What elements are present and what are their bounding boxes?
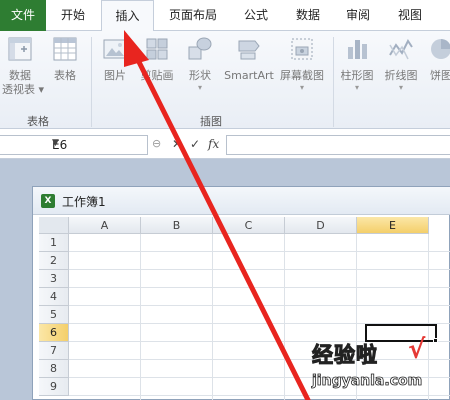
column-header-b[interactable]: B: [141, 217, 213, 234]
ribbon-tab-bar: 文件 开始 插入 页面布局 公式 数据 审阅 视图: [0, 0, 450, 32]
column-chart-label: 柱形图: [340, 69, 374, 82]
select-all-corner[interactable]: [39, 217, 69, 234]
tab-review[interactable]: 审阅: [336, 0, 380, 31]
column-header-c[interactable]: C: [213, 217, 285, 234]
group-separator: [91, 37, 92, 127]
row-header-5[interactable]: 5: [39, 306, 69, 324]
name-box[interactable]: E6 ▼: [0, 135, 148, 155]
grid-line: [69, 251, 450, 252]
pivot-table-label-1: 数据: [9, 69, 31, 82]
tab-data[interactable]: 数据: [284, 0, 332, 31]
excel-window: 文件 开始 插入 页面布局 公式 数据 审阅 视图 数据 透视表 ▾ 表格 表格…: [0, 0, 450, 400]
ribbon-insert-panel: 数据 透视表 ▾ 表格 表格 图片 剪贴画 形状 ▾ SmartArt 屏幕截图…: [0, 31, 450, 129]
row-header-7[interactable]: 7: [39, 342, 69, 360]
watermark-text: 经验啦: [312, 343, 378, 368]
smartart-icon: [238, 40, 260, 60]
illustrations-group-label: 插图: [200, 115, 222, 128]
pie-chart-button[interactable]: 饼图: [426, 35, 450, 83]
chevron-down-icon[interactable]: ▼: [52, 138, 144, 148]
row-header-4[interactable]: 4: [39, 288, 69, 306]
grid-line: [69, 287, 450, 288]
chevron-down-icon: ▾: [354, 83, 359, 92]
tab-page-layout[interactable]: 页面布局: [157, 0, 229, 31]
workbook-title-bar: X 工作簿1: [33, 187, 450, 215]
row-header-6[interactable]: 6: [39, 324, 69, 342]
tab-home[interactable]: 开始: [46, 0, 100, 31]
screenshot-icon: [291, 38, 313, 60]
tab-formulas[interactable]: 公式: [234, 0, 278, 31]
expand-circle-icon[interactable]: ⊖: [152, 137, 161, 150]
clipart-button[interactable]: 剪贴画: [136, 35, 178, 83]
insert-function-button[interactable]: fx: [208, 137, 219, 151]
pie-chart-icon: [431, 39, 450, 59]
pivot-table-label-2: 透视表 ▾: [2, 83, 45, 96]
picture-button[interactable]: 图片: [98, 35, 132, 83]
screenshot-button[interactable]: 屏幕截图 ▾: [276, 35, 328, 93]
smartart-button[interactable]: SmartArt: [220, 35, 278, 83]
enter-check-icon[interactable]: ✓: [190, 137, 200, 151]
chevron-down-icon: ▾: [398, 83, 403, 92]
tab-view[interactable]: 视图: [386, 0, 434, 31]
check-icon: √: [408, 335, 426, 365]
grid-line: [69, 305, 450, 306]
watermark: 经验啦 √ jingyanla.com: [308, 335, 450, 400]
row-header-1[interactable]: 1: [39, 234, 69, 252]
row-header-8[interactable]: 8: [39, 360, 69, 378]
table-icon: [53, 37, 77, 61]
excel-icon: X: [41, 194, 55, 208]
column-chart-button[interactable]: 柱形图 ▾: [337, 35, 377, 93]
column-header-e[interactable]: E: [357, 217, 429, 234]
formula-input[interactable]: [226, 135, 450, 155]
chevron-down-icon: ▾: [299, 83, 304, 92]
picture-label: 图片: [104, 69, 126, 82]
row-header-3[interactable]: 3: [39, 270, 69, 288]
column-chart-icon: [348, 40, 367, 59]
grid-line: [284, 234, 285, 400]
grid-line: [140, 234, 141, 400]
clipart-icon: [146, 38, 168, 60]
shapes-label: 形状: [189, 69, 211, 82]
pivot-table-button[interactable]: 数据 透视表 ▾: [2, 35, 45, 97]
shapes-icon: [188, 37, 212, 60]
cancel-icon[interactable]: ✕: [172, 137, 182, 151]
watermark-url: jingyanla.com: [312, 373, 423, 390]
screenshot-label: 屏幕截图: [280, 69, 324, 82]
table-label: 表格: [54, 69, 76, 82]
formula-bar: E6 ▼ ⊖ ✕ ✓ fx: [0, 130, 450, 159]
line-chart-icon: [389, 39, 413, 60]
column-header-a[interactable]: A: [69, 217, 141, 234]
row-header-9[interactable]: 9: [39, 378, 69, 396]
column-header-d[interactable]: D: [285, 217, 357, 234]
grid-line: [69, 269, 450, 270]
clipart-label: 剪贴画: [140, 69, 174, 82]
workbook-title: 工作簿1: [62, 195, 106, 209]
grid-line: [212, 234, 213, 400]
pivot-table-icon: [8, 37, 32, 61]
tab-insert[interactable]: 插入: [101, 0, 154, 32]
chevron-down-icon: ▾: [197, 83, 202, 92]
smartart-label: SmartArt: [224, 69, 274, 82]
line-chart-label: 折线图: [384, 69, 418, 82]
tab-file[interactable]: 文件: [0, 0, 46, 31]
table-button[interactable]: 表格: [48, 35, 82, 83]
pie-chart-label: 饼图: [430, 69, 450, 82]
line-chart-button[interactable]: 折线图 ▾: [380, 35, 422, 93]
row-header-2[interactable]: 2: [39, 252, 69, 270]
picture-icon: [103, 39, 127, 59]
shapes-button[interactable]: 形状 ▾: [182, 35, 218, 93]
group-separator: [333, 37, 334, 127]
tables-group-label: 表格: [27, 115, 49, 128]
